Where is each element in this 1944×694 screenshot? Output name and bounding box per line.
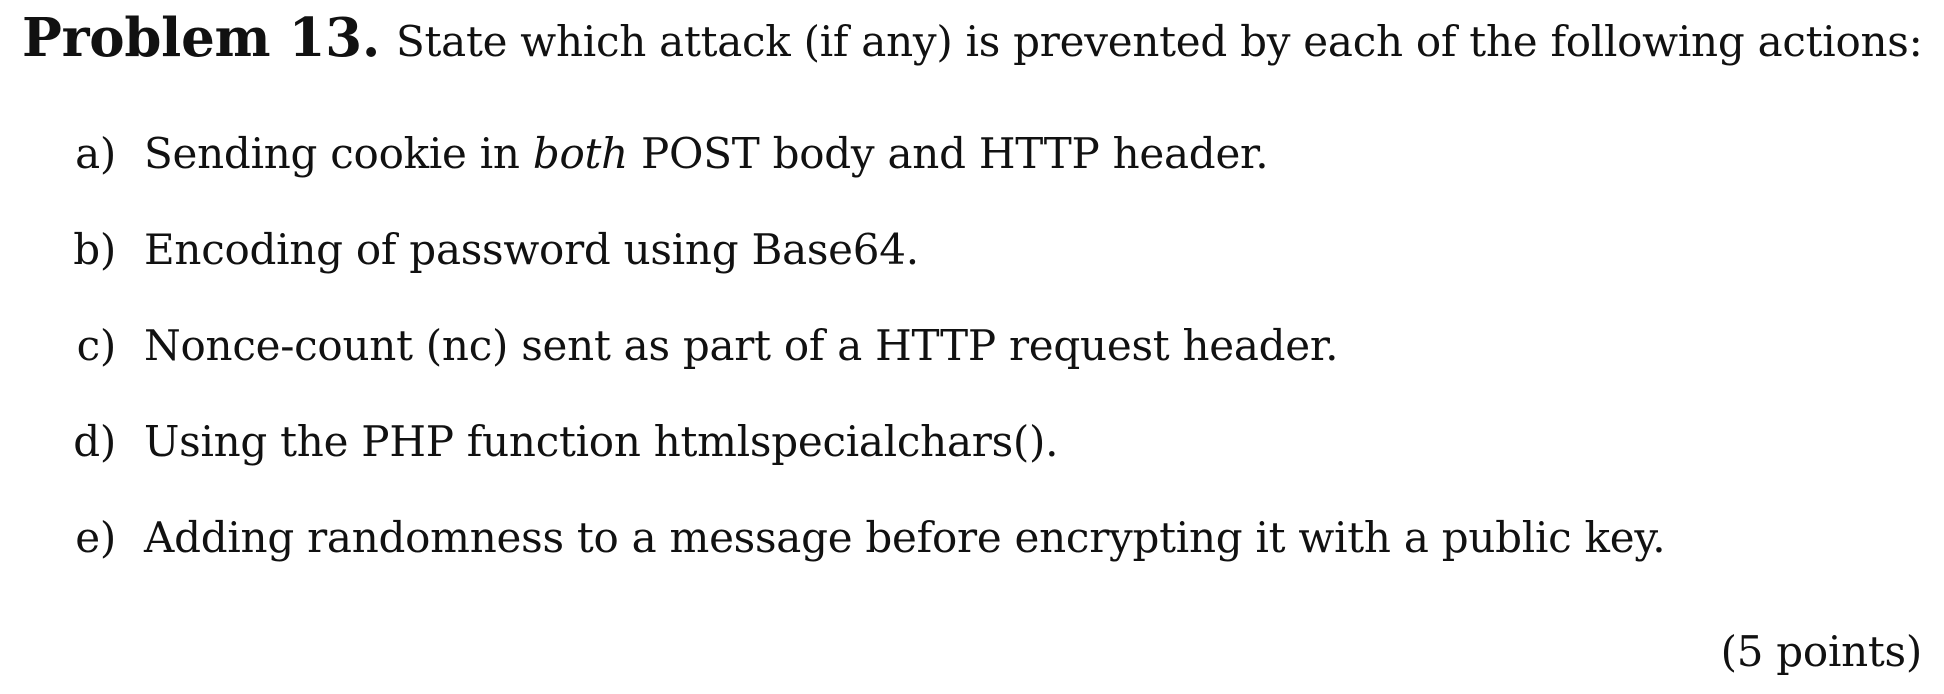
problem-page: Problem 13. State which attack (if any) i… xyxy=(0,0,1944,694)
list-item-text-before: Sending cookie in xyxy=(144,129,533,178)
list-item-emphasis: both xyxy=(532,129,628,178)
list-item-b: b) Encoding of password using Base64. xyxy=(0,218,1944,314)
list-item-e: e) Adding randomness to a message before… xyxy=(0,506,1944,602)
list-item-letter: b) xyxy=(73,225,116,274)
list-item-text-after: POST body and HTTP header. xyxy=(627,129,1269,178)
list-item-text: Encoding of password using Base64. xyxy=(144,225,919,274)
list-item-letter: c) xyxy=(76,321,117,370)
list-item-d: d) Using the PHP function htmlspecialcha… xyxy=(0,410,1944,506)
problem-label: Problem 13. xyxy=(22,7,381,69)
list-item-text: Nonce-count (nc) sent as part of a HTTP … xyxy=(144,321,1339,370)
list-item-letter: d) xyxy=(73,417,116,466)
problem-heading: Problem 13. State which attack (if any) i… xyxy=(22,6,1923,83)
points-label: (5 points) xyxy=(1720,627,1923,676)
problem-prompt: State which attack (if any) is prevented… xyxy=(396,17,1923,66)
list-item-c: c) Nonce-count (nc) sent as part of a HT… xyxy=(0,314,1944,410)
list-item-text: Using the PHP function htmlspecialchars(… xyxy=(144,417,1059,466)
list-item-letter: a) xyxy=(75,129,116,178)
list-item-a: a) Sending cookie in both POST body and … xyxy=(0,122,1944,218)
action-list: a) Sending cookie in both POST body and … xyxy=(0,122,1944,602)
list-item-text: Adding randomness to a message before en… xyxy=(144,513,1666,562)
list-item-text: Sending cookie in both POST body and HTT… xyxy=(144,122,1269,186)
list-item-letter: e) xyxy=(75,513,116,562)
